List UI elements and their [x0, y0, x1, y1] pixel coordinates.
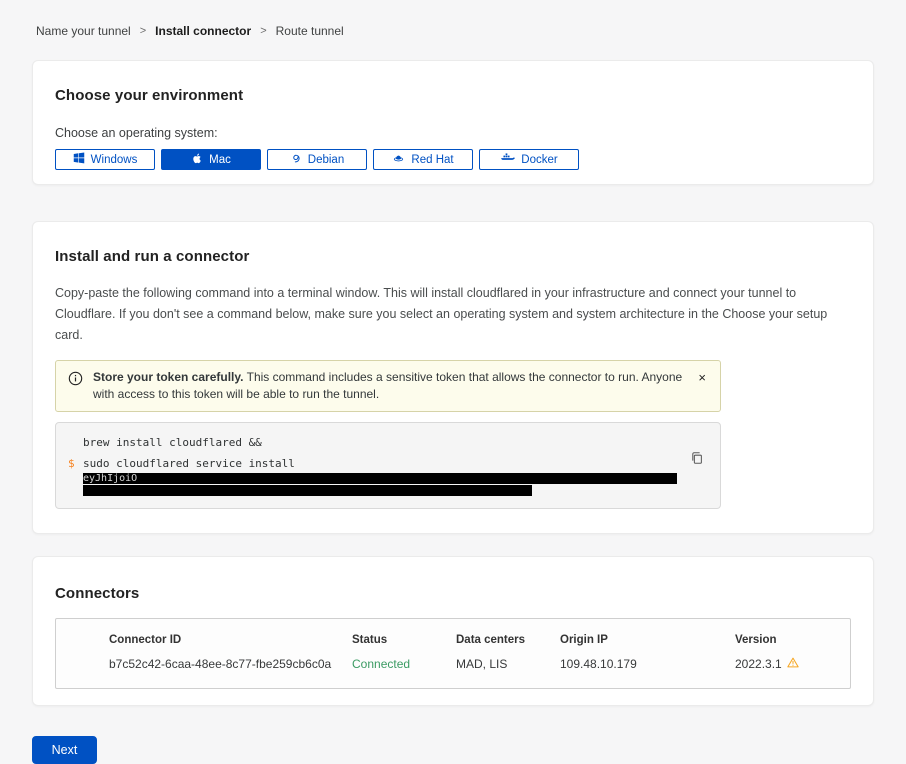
- docker-icon: [500, 152, 515, 167]
- os-button-label: Debian: [308, 154, 344, 166]
- environment-card-title: Choose your environment: [55, 87, 851, 104]
- install-command-codeblock: brew install cloudflared && $ sudo cloud…: [55, 422, 721, 509]
- os-button-windows[interactable]: Windows: [55, 149, 155, 170]
- code-line-1: brew install cloudflared &&: [83, 435, 262, 451]
- connectors-table: Connector ID Status Data centers Origin …: [55, 618, 851, 689]
- breadcrumb-separator: >: [260, 25, 266, 37]
- os-button-docker[interactable]: Docker: [479, 149, 579, 170]
- apple-icon: [191, 152, 203, 168]
- redacted-token-line-2: [83, 485, 532, 496]
- page: Name your tunnel > Install connector > R…: [0, 0, 906, 764]
- breadcrumb-step-route-tunnel[interactable]: Route tunnel: [276, 24, 344, 38]
- os-button-label: Red Hat: [411, 154, 453, 166]
- prompt-spacer: [68, 435, 83, 451]
- breadcrumb-separator: >: [140, 25, 146, 37]
- table-header-row: Connector ID Status Data centers Origin …: [109, 634, 840, 646]
- debian-icon: [290, 152, 302, 167]
- shell-prompt: $: [68, 456, 83, 472]
- windows-icon: [73, 152, 85, 167]
- os-button-label: Mac: [209, 154, 231, 166]
- code-line-2: sudo cloudflared service install: [83, 456, 295, 472]
- redhat-icon: [392, 152, 405, 167]
- install-card: Install and run a connector Copy-paste t…: [32, 221, 874, 534]
- os-button-label: Windows: [91, 154, 138, 166]
- copy-icon[interactable]: [688, 449, 706, 470]
- data-centers-value: MAD, LIS: [456, 657, 560, 671]
- version-number: 2022.3.1: [735, 657, 782, 671]
- info-icon: [68, 369, 83, 391]
- breadcrumb-step-install-connector[interactable]: Install connector: [155, 24, 251, 38]
- token-warning-alert: Store your token carefully. This command…: [55, 360, 721, 412]
- next-button[interactable]: Next: [32, 736, 97, 764]
- col-header-connector-id: Connector ID: [109, 634, 352, 646]
- os-button-mac[interactable]: Mac: [161, 149, 261, 170]
- warning-icon: [787, 657, 799, 671]
- breadcrumb: Name your tunnel > Install connector > R…: [32, 0, 874, 38]
- table-row: b7c52c42-6caa-48ee-8c77-fbe259cb6c0a Con…: [109, 657, 840, 671]
- prompt-spacer: [68, 473, 83, 484]
- install-card-title: Install and run a connector: [55, 248, 851, 265]
- breadcrumb-step-name-tunnel[interactable]: Name your tunnel: [36, 24, 131, 38]
- col-header-status: Status: [352, 634, 456, 646]
- connector-id-value: b7c52c42-6caa-48ee-8c77-fbe259cb6c0a: [109, 657, 352, 671]
- redacted-token-line-1: eyJhIjoiO: [83, 473, 677, 484]
- col-header-origin-ip: Origin IP: [560, 634, 735, 646]
- os-select-label: Choose an operating system:: [55, 126, 851, 140]
- origin-ip-value: 109.48.10.179: [560, 657, 735, 671]
- os-button-group: Windows Mac Debian Red Hat: [55, 149, 851, 170]
- token-prefix: eyJhIjoiO: [83, 473, 137, 484]
- col-header-version: Version: [735, 634, 840, 646]
- connectors-card: Connectors Connector ID Status Data cent…: [32, 556, 874, 706]
- version-value: 2022.3.1: [735, 657, 840, 671]
- alert-text: Store your token carefully. This command…: [93, 369, 684, 403]
- os-button-debian[interactable]: Debian: [267, 149, 367, 170]
- alert-title: Store your token carefully.: [93, 370, 244, 384]
- col-header-data-centers: Data centers: [456, 634, 560, 646]
- connectors-card-title: Connectors: [55, 585, 851, 602]
- close-icon[interactable]: ×: [694, 369, 710, 387]
- os-button-label: Docker: [521, 154, 557, 166]
- environment-card: Choose your environment Choose an operat…: [32, 60, 874, 185]
- os-button-redhat[interactable]: Red Hat: [373, 149, 473, 170]
- prompt-spacer: [68, 485, 83, 496]
- status-badge: Connected: [352, 657, 456, 671]
- install-description: Copy-paste the following command into a …: [55, 283, 851, 346]
